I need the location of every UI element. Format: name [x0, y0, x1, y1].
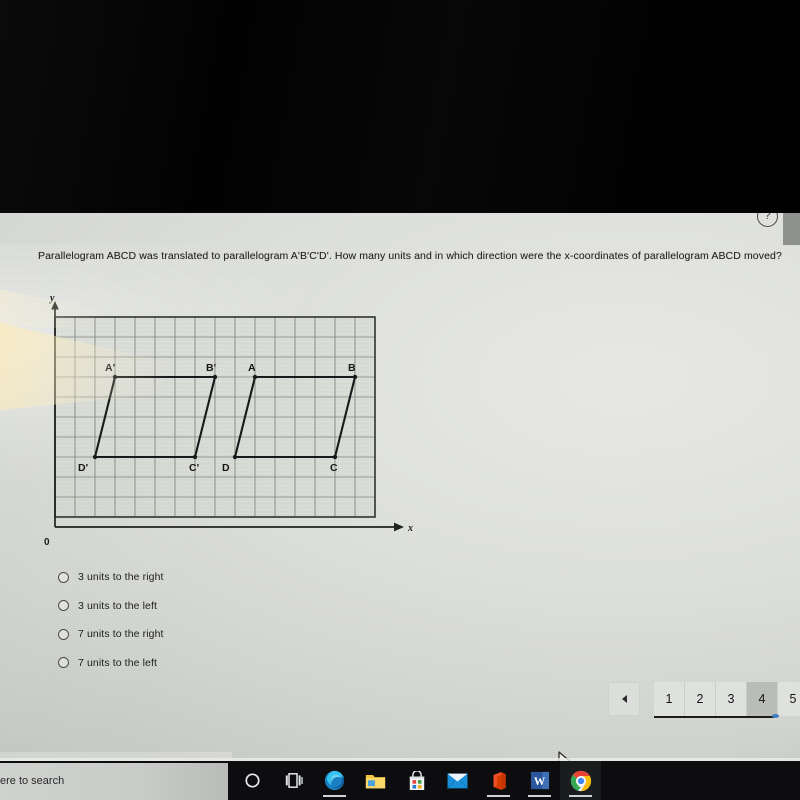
mail-icon[interactable] — [437, 761, 478, 800]
radio-button-icon[interactable] — [58, 657, 69, 669]
pagination-pages: 1 2 3 4 5 — [654, 682, 800, 718]
coordinate-graph: y x 0 A' B' C' D' A B C D — [30, 295, 430, 555]
answer-options: 3 units to the right 3 units to the left… — [58, 563, 358, 677]
answer-option[interactable]: 7 units to the left — [58, 649, 358, 678]
origin-label: 0 — [44, 537, 50, 548]
screen-top-black-band — [0, 0, 800, 215]
caret-left-icon — [621, 695, 627, 703]
pagination-page[interactable]: 2 — [685, 682, 716, 716]
answer-option-label: 3 units to the left — [78, 599, 158, 612]
pagination-active-indicator — [772, 714, 779, 718]
graph-svg: y x 0 A' B' C' D' A B C D — [44, 295, 413, 548]
pagination-page-selected[interactable]: 4 — [747, 682, 778, 716]
pagination-prev-button[interactable] — [608, 682, 640, 716]
help-circle-icon[interactable]: ? — [757, 213, 778, 227]
microsoft-store-icon[interactable] — [396, 761, 437, 800]
answer-option[interactable]: 7 units to the right — [58, 620, 358, 649]
answer-option-label: 3 units to the right — [78, 571, 164, 584]
graph-grid — [54, 316, 376, 518]
google-chrome-icon[interactable] — [560, 761, 601, 800]
pagination-page[interactable]: 3 — [716, 682, 747, 716]
radio-button-icon[interactable] — [58, 628, 69, 640]
microsoft-edge-icon[interactable] — [314, 761, 355, 800]
pagination-page[interactable]: 1 — [654, 682, 685, 716]
taskbar-search-box[interactable]: ere to search — [0, 763, 228, 800]
vertex-label-c: C — [330, 462, 338, 474]
radio-button-icon[interactable] — [58, 600, 69, 612]
pagination-page[interactable]: 5 — [778, 682, 800, 716]
vertex-label-a: A — [248, 362, 256, 374]
search-placeholder-text: ere to search — [0, 775, 65, 787]
screen-photo: ? Parallelogram ABCD was translated to p… — [0, 0, 800, 800]
x-axis-label: x — [407, 523, 413, 534]
pagination: 1 2 3 4 5 — [608, 682, 800, 718]
vertex-label-c-prime: C' — [189, 462, 199, 474]
task-view-icon[interactable] — [273, 761, 314, 800]
answer-option-label: 7 units to the right — [78, 628, 164, 641]
y-axis-label: y — [49, 295, 55, 304]
x-axis-arrow — [394, 522, 404, 532]
vertex-label-d-prime: D' — [78, 462, 88, 474]
svg-text:W: W — [533, 776, 545, 788]
windows-taskbar: ere to search W — [0, 761, 800, 800]
vertex-label-a-prime: A' — [105, 362, 115, 374]
answer-option[interactable]: 3 units to the right — [58, 563, 358, 592]
answer-option[interactable]: 3 units to the left — [58, 592, 358, 621]
answer-option-label: 7 units to the left — [78, 656, 158, 669]
microsoft-office-icon[interactable] — [478, 761, 519, 800]
cortana-icon[interactable] — [232, 761, 273, 800]
side-tab — [783, 213, 800, 245]
question-text: Parallelogram ABCD was translated to par… — [38, 250, 782, 262]
vertex-label-b-prime: B' — [206, 362, 216, 374]
pagination-underline — [654, 715, 774, 718]
radio-button-icon[interactable] — [58, 571, 69, 583]
file-explorer-icon[interactable] — [355, 761, 396, 800]
vertex-label-b: B — [348, 362, 356, 374]
vertex-label-d: D — [222, 462, 230, 474]
microsoft-word-icon[interactable]: W — [519, 761, 560, 800]
taskbar-icons: W — [232, 761, 601, 800]
